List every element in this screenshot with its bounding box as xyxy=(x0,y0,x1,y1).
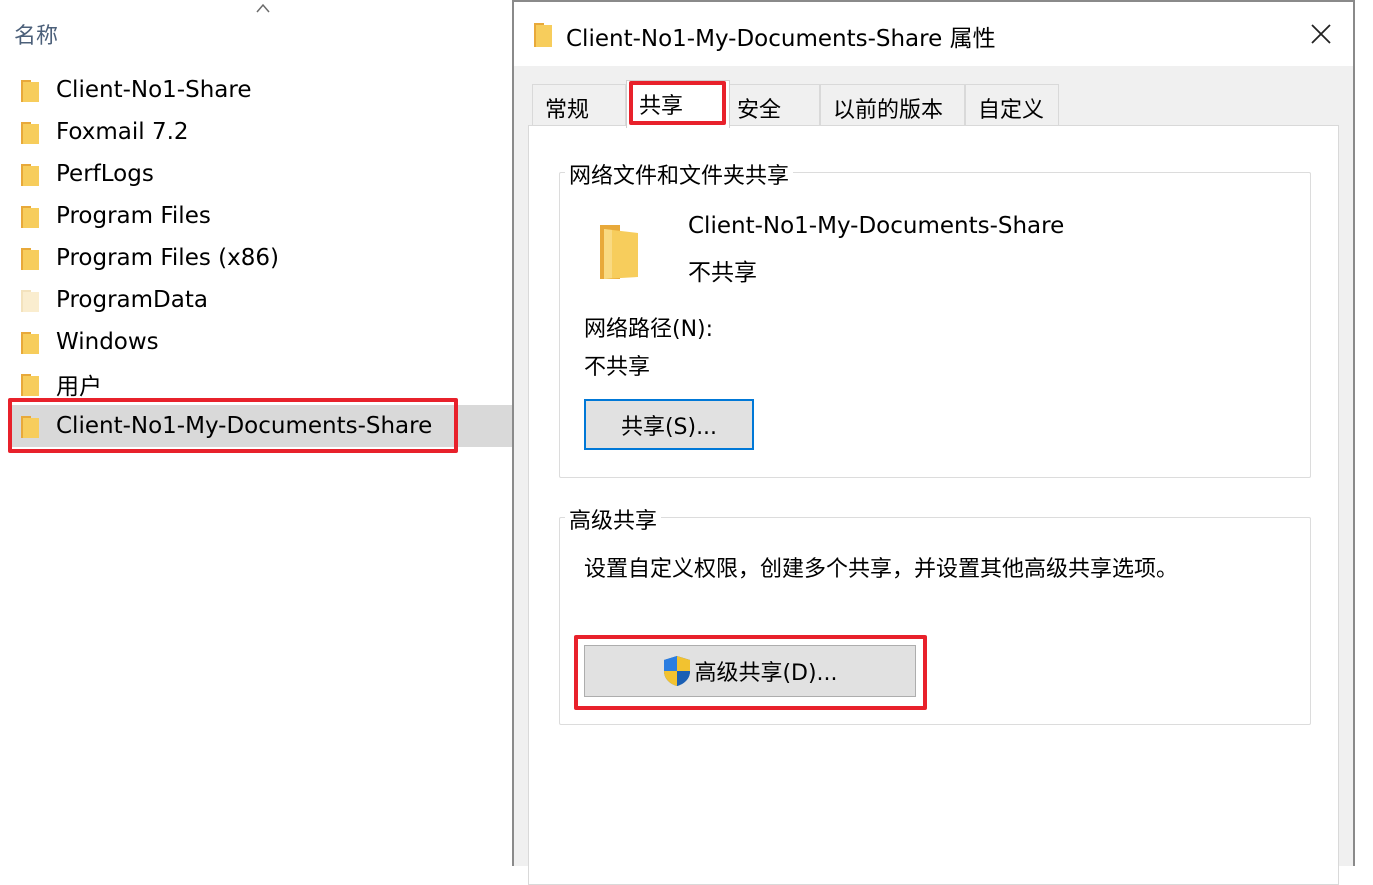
properties-dialog: Client-No1-My-Documents-Share 属性 常规 共享 安… xyxy=(512,0,1355,885)
file-name: Foxmail 7.2 xyxy=(56,119,189,145)
file-name: Client-No1-Share xyxy=(56,77,252,103)
file-name: Program Files xyxy=(56,203,211,229)
network-path-label: 网络路径(N): xyxy=(584,317,714,342)
file-explorer-list: 名称 Client-No1-Share Foxmail 7.2 PerfLogs… xyxy=(0,0,512,866)
close-button[interactable] xyxy=(1303,16,1339,52)
folder-icon xyxy=(534,23,552,47)
folder-icon xyxy=(21,248,39,270)
list-item[interactable]: Program Files (x86) xyxy=(10,237,512,279)
folder-icon xyxy=(21,164,39,186)
group-title: 高级共享 xyxy=(565,503,662,535)
list-item[interactable]: ProgramData xyxy=(10,279,512,321)
tab-customize[interactable]: 自定义 xyxy=(965,84,1059,126)
list-item[interactable]: Foxmail 7.2 xyxy=(10,111,512,153)
tab-previous-versions[interactable]: 以前的版本 xyxy=(820,84,965,126)
folder-icon xyxy=(600,225,638,279)
folder-icon xyxy=(21,80,39,102)
file-name: Client-No1-My-Documents-Share xyxy=(56,413,433,439)
advanced-sharing-group: 高级共享 设置自定义权限，创建多个共享，并设置其他高级共享选项。 高级共享(D)… xyxy=(559,503,1311,725)
list-item[interactable]: Client-No1-Share xyxy=(10,69,512,111)
share-button[interactable]: 共享(S)... xyxy=(584,399,754,450)
file-name: Program Files (x86) xyxy=(56,245,279,271)
sharing-tab-panel: 网络文件和文件夹共享 Client-No1-My-Documents-Share… xyxy=(528,125,1339,885)
hidden-folder-icon xyxy=(21,290,39,312)
close-icon xyxy=(1311,24,1331,44)
tab-general[interactable]: 常规 xyxy=(532,84,626,126)
list-item[interactable]: 用户 xyxy=(10,363,512,405)
folder-icon xyxy=(21,416,39,438)
uac-shield-icon xyxy=(664,656,691,686)
list-item[interactable]: Program Files xyxy=(10,195,512,237)
title-bar[interactable]: Client-No1-My-Documents-Share 属性 xyxy=(514,2,1353,66)
folder-icon xyxy=(21,332,39,354)
file-name: 用户 xyxy=(56,374,102,400)
dialog-title: Client-No1-My-Documents-Share 属性 xyxy=(566,26,996,52)
advanced-sharing-button[interactable]: 高级共享(D)... xyxy=(584,645,916,697)
folder-name: Client-No1-My-Documents-Share xyxy=(688,213,1065,239)
tab-sharing[interactable]: 共享 xyxy=(626,80,730,128)
network-sharing-group: 网络文件和文件夹共享 Client-No1-My-Documents-Share… xyxy=(559,158,1311,478)
share-status: 不共享 xyxy=(688,260,757,286)
folder-icon xyxy=(21,206,39,228)
list-item[interactable]: PerfLogs xyxy=(10,153,512,195)
group-title: 网络文件和文件夹共享 xyxy=(565,158,794,190)
column-header-name[interactable]: 名称 xyxy=(14,18,58,50)
advanced-sharing-button-label: 高级共享(D)... xyxy=(694,661,838,686)
network-path-value: 不共享 xyxy=(584,355,651,380)
folder-icon xyxy=(21,122,39,144)
sort-ascending-icon[interactable] xyxy=(255,2,271,14)
list-item[interactable]: Windows xyxy=(10,321,512,363)
file-name: PerfLogs xyxy=(56,161,154,187)
folder-icon xyxy=(21,374,39,396)
list-item-selected[interactable]: Client-No1-My-Documents-Share xyxy=(10,405,512,447)
file-name: ProgramData xyxy=(56,287,208,313)
advanced-sharing-description: 设置自定义权限，创建多个共享，并设置其他高级共享选项。 xyxy=(584,557,1179,582)
tab-security[interactable]: 安全 xyxy=(724,84,820,126)
file-name: Windows xyxy=(56,329,159,355)
